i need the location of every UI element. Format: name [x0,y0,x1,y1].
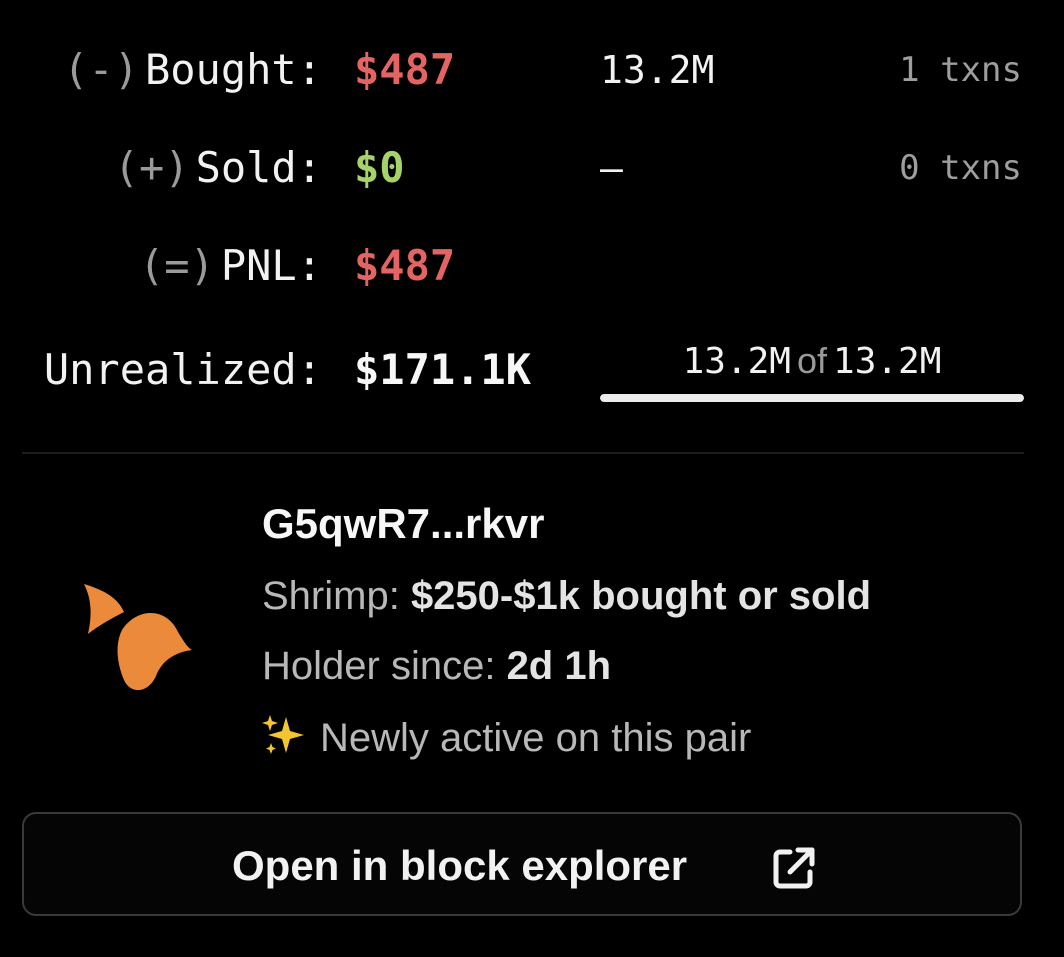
activity-line: Newly active on this pair [262,710,751,766]
holding-progress: 13.2M of 13.2M [600,336,1024,406]
holder-since-line: Holder since: 2d 1h [262,638,611,694]
holder-since-value: 2d 1h [506,644,612,688]
explorer-button-label: Open in block explorer [232,842,688,889]
bought-amount: 13.2M [600,48,715,92]
pnl-label: (=) PNL: [138,241,322,290]
unrealized-value: $171.1K [354,345,532,394]
sold-amount: – [600,146,623,190]
tier-line: Shrimp: $250-$1k bought or sold [262,568,871,624]
open-block-explorer-button[interactable]: Open in block explorer [22,812,1022,916]
unrealized-label: Unrealized: [43,345,322,394]
sparkles-icon [262,713,306,757]
wallet-address[interactable]: G5qwR7...rkvr [262,494,544,554]
equals-sign: (=) [138,241,215,290]
holder-since-label: Holder since: [262,644,496,688]
tier-value: $250-$1k bought or sold [410,574,872,618]
bought-value: $487 [354,45,456,94]
pnl-value: $487 [354,241,456,290]
sold-label: (+) Sold: [113,143,322,192]
bought-txns: 1 txns [899,50,1022,90]
holding-text: 13.2M of 13.2M [600,336,1024,387]
sold-value: $0 [354,143,405,192]
section-divider [22,452,1024,454]
orange-butterfly-icon [74,576,194,696]
plus-sign: (+) [113,143,190,192]
pnl-row: (=) PNL: $487 [0,236,1064,296]
holding-bar-fill [600,394,1024,402]
activity-text: Newly active on this pair [320,716,752,760]
of-word: of [796,340,828,381]
bought-label: (-) Bought: [63,45,322,94]
total-amount: 13.2M [833,341,942,382]
sold-row: (+) Sold: $0 – 0 txns [0,138,1064,198]
bought-row: (-) Bought: $487 13.2M 1 txns [0,40,1064,100]
tier-label: Shrimp: [262,574,400,618]
held-amount: 13.2M [682,341,791,382]
external-link-icon [770,844,818,892]
holding-bar-track [600,394,1024,402]
sold-txns: 0 txns [899,148,1022,188]
minus-sign: (-) [63,45,139,94]
